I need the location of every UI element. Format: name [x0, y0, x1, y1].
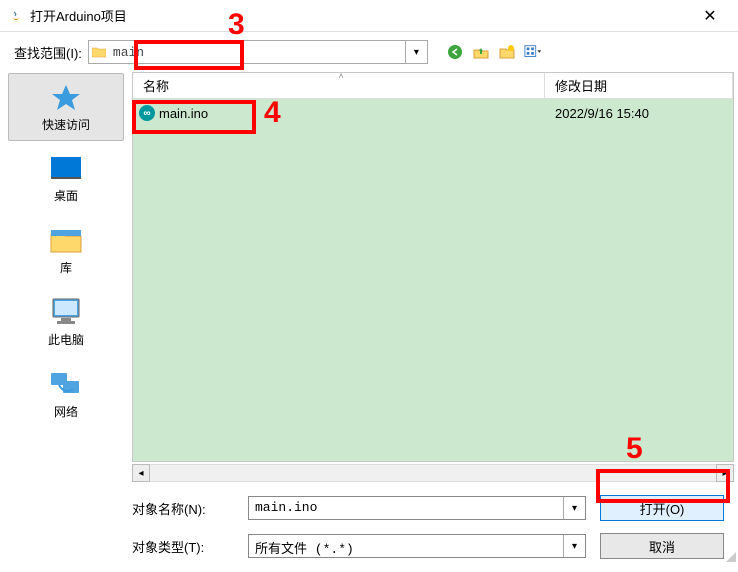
file-date: 2022/9/16 15:40 [545, 106, 733, 121]
file-header: 名称 ˄ 修改日期 [133, 73, 733, 99]
scroll-right-icon[interactable]: ▸ [716, 464, 734, 482]
libraries-icon [48, 225, 84, 255]
desktop-icon [48, 153, 84, 183]
new-folder-icon[interactable] [498, 43, 516, 61]
sort-indicator-icon: ˄ [339, 71, 344, 81]
back-icon[interactable] [446, 43, 464, 61]
arduino-file-icon: ∞ [139, 105, 155, 121]
header-name[interactable]: 名称 ˄ [133, 73, 545, 98]
sidebar-item-label: 快速访问 [42, 116, 90, 133]
filename-label: 对象名称(N): [132, 499, 248, 518]
header-date-label: 修改日期 [555, 76, 607, 95]
cancel-button[interactable]: 取消 [600, 533, 724, 559]
star-icon [48, 82, 84, 112]
lookin-combo[interactable]: main ▾ [88, 40, 428, 64]
sidebar-item-label: 网络 [54, 403, 78, 420]
header-date[interactable]: 修改日期 [545, 73, 733, 98]
bottom-panel: 对象名称(N): main.ino ▾ 打开(O) 对象类型(T): 所有文件 … [0, 482, 738, 572]
places-sidebar: 快速访问 桌面 库 此电脑 网络 [0, 72, 132, 462]
open-button[interactable]: 打开(O) [600, 495, 724, 521]
filename-combo[interactable]: main.ino ▾ [248, 496, 586, 520]
lookin-row: 查找范围(I): main ▾ [0, 32, 738, 72]
sidebar-item-label: 桌面 [54, 187, 78, 204]
close-button[interactable]: ✕ [690, 6, 730, 26]
filetype-value: 所有文件 (*.*) [249, 535, 563, 557]
sidebar-item-network[interactable]: 网络 [0, 358, 132, 430]
toolbar-icons [446, 43, 542, 61]
folder-icon [89, 41, 109, 63]
scroll-track[interactable] [150, 464, 716, 482]
window-title: 打开Arduino项目 [30, 6, 690, 25]
chevron-down-icon[interactable]: ▾ [563, 497, 585, 519]
sidebar-item-desktop[interactable]: 桌面 [0, 142, 132, 214]
file-list-area: 名称 ˄ 修改日期 ∞ main.ino 2022/9/16 15:40 [132, 72, 734, 462]
resize-grip[interactable] [722, 548, 736, 562]
filename-value: main.ino [249, 497, 563, 519]
file-list[interactable]: ∞ main.ino 2022/9/16 15:40 [133, 99, 733, 461]
chevron-down-icon[interactable]: ▾ [563, 535, 585, 557]
sidebar-item-libraries[interactable]: 库 [0, 214, 132, 286]
chevron-down-icon[interactable]: ▾ [405, 41, 427, 63]
network-icon [48, 369, 84, 399]
horizontal-scrollbar[interactable]: ◂ ▸ [132, 464, 734, 482]
lookin-value: main [109, 45, 405, 60]
header-name-label: 名称 [143, 76, 169, 95]
filetype-label: 对象类型(T): [132, 537, 248, 556]
sidebar-item-quickaccess[interactable]: 快速访问 [8, 73, 124, 141]
scroll-left-icon[interactable]: ◂ [132, 464, 150, 482]
file-row[interactable]: ∞ main.ino 2022/9/16 15:40 [133, 99, 733, 127]
titlebar: 打开Arduino项目 ✕ [0, 0, 738, 32]
sidebar-item-label: 此电脑 [48, 331, 84, 348]
file-name: main.ino [159, 106, 208, 121]
java-icon [8, 8, 24, 24]
view-menu-icon[interactable] [524, 43, 542, 61]
lookin-label: 查找范围(I): [14, 43, 82, 62]
filetype-combo[interactable]: 所有文件 (*.*) ▾ [248, 534, 586, 558]
pc-icon [48, 297, 84, 327]
sidebar-item-label: 库 [60, 259, 72, 276]
sidebar-item-thispc[interactable]: 此电脑 [0, 286, 132, 358]
up-icon[interactable] [472, 43, 490, 61]
